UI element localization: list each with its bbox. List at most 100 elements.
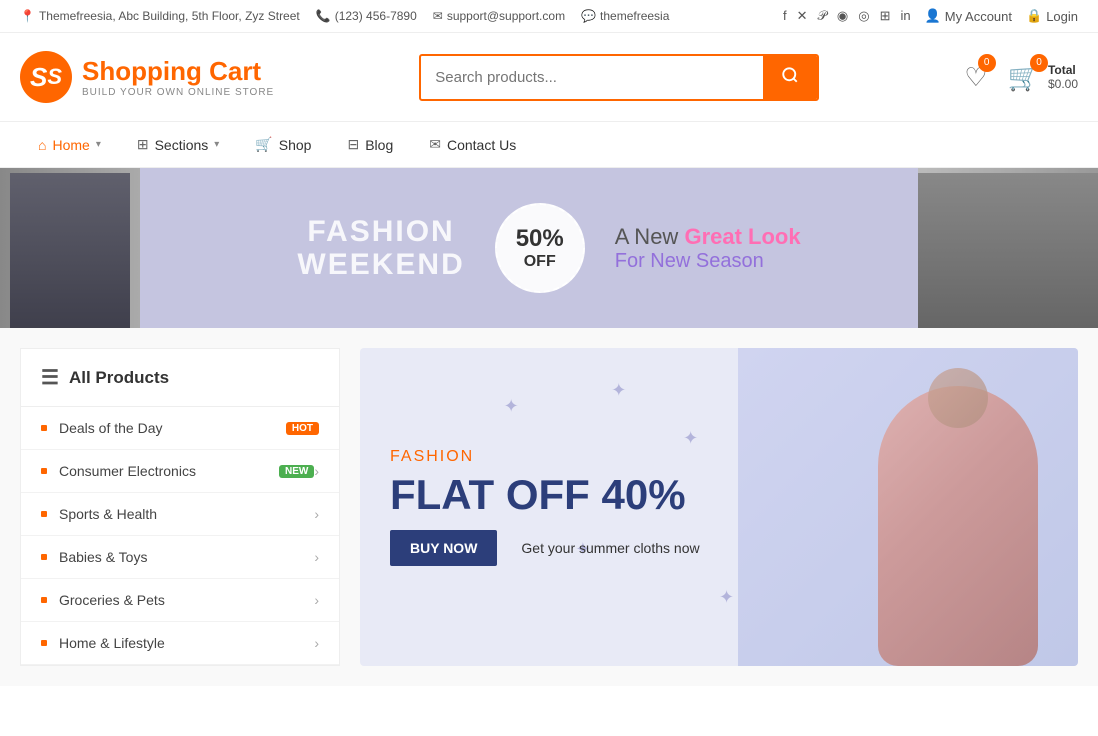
login-link[interactable]: Login [1026,8,1078,24]
chevron-right-icon: › [314,635,319,651]
logo-text: Shopping Cart BUILD YOUR OWN ONLINE STOR… [82,56,274,98]
nav-sections[interactable]: ⊞ Sections ▾ [119,122,237,167]
sidebar-item-label: Home & Lifestyle [59,635,314,651]
sidebar-item-deals[interactable]: Deals of the Day HOT [21,407,339,450]
search-button[interactable] [763,56,817,99]
dribbble-icon[interactable]: ◉ [837,8,848,24]
hero-circle: 50% OFF [495,203,585,293]
hero-text-left: FASHION WEEKEND [297,215,464,281]
cart-info: Total $0.00 [1048,63,1078,91]
home-icon: ⌂ [38,137,46,153]
new-badge: NEW [279,465,314,478]
top-bar: Themefreesia, Abc Building, 5th Floor, Z… [0,0,1098,33]
sidebar-header: ☰ All Products [21,349,339,407]
dot-icon [41,554,47,560]
model-figure [878,386,1038,666]
dot-icon [41,468,47,474]
social-icons: f ✕ 𝒫 ◉ ◎ ⊞ in [783,8,911,24]
hero-left-model [0,168,140,328]
chevron-down-icon: ▾ [214,139,219,150]
facebook-icon[interactable]: f [783,8,787,24]
feature-banner-model [738,348,1078,666]
wishlist-badge: 0 [978,54,996,72]
hero-right-model [918,168,1098,328]
star-decoration: ✦ [611,380,626,401]
nav-contact[interactable]: ✉ Contact Us [411,122,534,167]
sidebar-item-label: Babies & Toys [59,549,314,565]
lock-icon [1026,8,1042,24]
get-text: Get your summer cloths now [521,540,699,556]
nav-home[interactable]: ⌂ Home ▾ [20,123,119,167]
sidebar-title: All Products [69,368,169,388]
twitter-icon[interactable]: ✕ [797,8,808,24]
user-icon [925,8,941,24]
search-icon [781,66,799,84]
hero-text-right: A New Great Look For New Season [615,224,801,273]
header-actions: ♡ 0 🛒 0 Total $0.00 [964,62,1078,93]
dot-icon [41,597,47,603]
hero-banner: FASHION WEEKEND 50% OFF A New Great Look… [0,168,1098,328]
instagram-icon[interactable]: ◎ [858,8,869,24]
hot-badge: HOT [286,422,319,435]
dot-icon [41,511,47,517]
logo-subtitle: BUILD YOUR OWN ONLINE STORE [82,87,274,98]
chevron-right-icon: › [314,463,319,479]
sidebar-item-label: Sports & Health [59,506,314,522]
sidebar-item-electronics[interactable]: Consumer Electronics NEW › [21,450,339,493]
wishlist-button[interactable]: ♡ 0 [964,62,987,93]
phone: (123) 456-7890 [316,9,417,23]
dot-icon [41,640,47,646]
sidebar: ☰ All Products Deals of the Day HOT Cons… [20,348,340,666]
sidebar-item-label: Consumer Electronics [59,463,271,479]
cart-button[interactable]: 🛒 0 Total $0.00 [1008,62,1078,93]
chevron-right-icon: › [314,592,319,608]
hero-great-look: Great Look [684,224,800,249]
model-head [928,368,988,428]
contact-icon: ✉ [429,136,441,153]
cart-icon-wrapper: 🛒 0 [1008,62,1040,93]
sidebar-item-babies[interactable]: Babies & Toys › [21,536,339,579]
skype-icon [581,9,596,23]
search-input[interactable] [421,59,763,96]
top-bar-actions: f ✕ 𝒫 ◉ ◎ ⊞ in My Account Login [783,8,1078,24]
star-decoration: ✦ [504,396,519,417]
skype: themefreesia [581,9,669,23]
nav-blog[interactable]: ⊟ Blog [329,122,411,167]
sidebar-item-groceries[interactable]: Groceries & Pets › [21,579,339,622]
star-decoration: ✦ [683,428,698,449]
nav-shop[interactable]: 🛒 Shop [237,122,329,167]
cart-total-value: $0.00 [1048,77,1078,91]
flickr-icon[interactable]: ⊞ [880,8,891,24]
linkedin-icon[interactable]: in [900,8,910,24]
cart-total-label: Total [1048,63,1078,77]
hero-content: FASHION WEEKEND 50% OFF A New Great Look… [297,203,800,293]
chevron-right-icon: › [314,506,319,522]
sidebar-item-sports[interactable]: Sports & Health › [21,493,339,536]
hero-for-new-season: For New Season [615,250,801,273]
banner-cta: BUY NOW Get your summer cloths now [390,530,700,566]
sidebar-item-home[interactable]: Home & Lifestyle › [21,622,339,665]
nav: ⌂ Home ▾ ⊞ Sections ▾ 🛒 Shop ⊟ Blog ✉ Co… [0,121,1098,168]
email-icon [433,9,443,23]
pinterest-icon[interactable]: 𝒫 [818,8,827,24]
menu-icon: ☰ [41,365,59,390]
star-decoration: ✦ [719,587,734,608]
email: support@support.com [433,9,565,23]
my-account-link[interactable]: My Account [925,8,1012,24]
logo-title: Shopping Cart [82,56,274,87]
logo-icon: S [20,51,72,103]
chevron-right-icon: › [314,549,319,565]
feature-banner-content: FASHION FLAT OFF 40% BUY NOW Get your su… [390,448,700,566]
hero-fashion-weekend: FASHION WEEKEND [297,215,464,281]
logo[interactable]: S Shopping Cart BUILD YOUR OWN ONLINE ST… [20,51,274,103]
feature-banner: ✦ ✦ ✦ ✦ ✦ ✦ ✦ ✦ FASHION FLAT OFF 40% BUY… [360,348,1078,666]
chevron-down-icon: ▾ [96,139,101,150]
flat-off-text: FLAT OFF 40% [390,474,700,516]
fashion-label: FASHION [390,448,700,466]
sidebar-item-label: Groceries & Pets [59,592,314,608]
dot-icon [41,425,47,431]
header: S Shopping Cart BUILD YOUR OWN ONLINE ST… [0,33,1098,121]
address: Themefreesia, Abc Building, 5th Floor, Z… [20,9,300,23]
top-bar-contact: Themefreesia, Abc Building, 5th Floor, Z… [20,9,669,23]
buy-now-button[interactable]: BUY NOW [390,530,497,566]
